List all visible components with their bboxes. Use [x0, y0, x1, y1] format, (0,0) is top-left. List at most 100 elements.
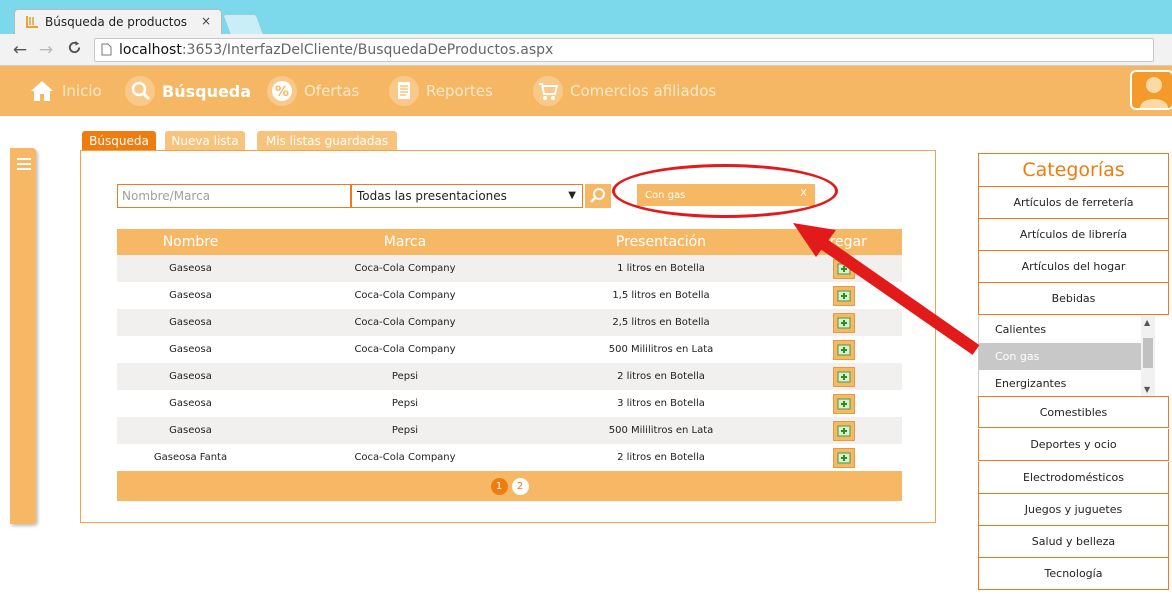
- browser-tab-close-icon[interactable]: ×: [201, 14, 211, 28]
- page-2-button[interactable]: 2: [511, 477, 529, 495]
- category-item[interactable]: Bebidas: [978, 283, 1169, 315]
- cell-nombre: Gaseosa: [169, 371, 212, 382]
- add-to-list-icon: [837, 344, 850, 355]
- side-menu-toggle[interactable]: [10, 148, 36, 524]
- category-item[interactable]: Artículos de ferretería: [978, 187, 1169, 219]
- cell-nombre: Gaseosa: [169, 398, 212, 409]
- page-icon: [101, 43, 112, 56]
- cell-marca: Pepsi: [391, 398, 419, 409]
- browser-tab[interactable]: Búsqueda de productos ×: [14, 9, 222, 34]
- nav-reportes[interactable]: Reportes: [388, 66, 493, 116]
- add-to-list-button[interactable]: [832, 258, 855, 279]
- add-to-list-icon: [837, 398, 850, 409]
- user-avatar-icon: [1140, 77, 1168, 108]
- site-favicon-icon: [26, 16, 38, 28]
- table-row: Gaseosa Fanta Coca-Cola Company 2 litros e…: [117, 444, 902, 471]
- categories-title: Categorías: [978, 153, 1169, 187]
- add-to-list-button[interactable]: [832, 285, 855, 306]
- subcategory-item[interactable]: Con gas: [979, 343, 1142, 370]
- subcategory-item[interactable]: Energizantes: [979, 370, 1142, 396]
- header-nombre: Nombre: [162, 234, 219, 250]
- cell-presentacion: 1,5 litros en Botella: [612, 290, 710, 301]
- subcategory-scrollbar[interactable]: ▲ ▼: [1141, 316, 1155, 396]
- nav-comercios-afiliados[interactable]: Comercios afiliados: [532, 66, 716, 116]
- scroll-up-icon[interactable]: ▲: [1144, 318, 1150, 327]
- table-row: Gaseosa Pepsi 500 Mililitros en Lata: [117, 417, 902, 444]
- magnifier-icon: [590, 188, 605, 203]
- add-to-list-icon: [837, 317, 850, 328]
- cell-marca: Coca-Cola Company: [354, 290, 456, 301]
- search-icon: [124, 75, 156, 107]
- table-row: Gaseosa Coca-Cola Company 1 litros en Bote…: [117, 255, 902, 282]
- cell-presentacion: 500 Mililitros en Lata: [608, 425, 714, 436]
- table-row: Gaseosa Coca-Cola Company 1,5 litros en Bo…: [117, 282, 902, 309]
- user-avatar-button[interactable]: [1130, 70, 1172, 110]
- tab-mis-listas-guardadas[interactable]: Mis listas guardadas: [257, 131, 397, 151]
- cell-agregar: [776, 285, 902, 306]
- percent-icon: %: [266, 75, 298, 107]
- screen: Búsqueda de productos × ← → localhost:36…: [0, 0, 1172, 594]
- category-item[interactable]: Comestibles: [978, 396, 1169, 428]
- cell-presentacion: 500 Mililitros en Lata: [608, 344, 714, 355]
- cell-nombre: Gaseosa: [169, 344, 212, 355]
- add-to-list-button[interactable]: [832, 312, 855, 333]
- add-to-list-icon: [837, 290, 850, 301]
- add-to-list-button[interactable]: [832, 366, 855, 387]
- back-arrow-icon[interactable]: ←: [12, 40, 28, 60]
- document-icon: [388, 75, 420, 107]
- add-to-list-button[interactable]: [832, 339, 855, 360]
- address-bar[interactable]: localhost:3653/InterfazDelCliente/Busque…: [94, 37, 1154, 62]
- results-table: Nombre Marca Presentación Agregar Gaseos…: [117, 229, 902, 501]
- add-to-list-icon: [837, 425, 850, 436]
- nav-ofertas[interactable]: % Ofertas: [266, 66, 359, 116]
- name-brand-search-input[interactable]: [117, 184, 351, 208]
- category-item[interactable]: Salud y belleza: [978, 526, 1169, 558]
- nav-inicio[interactable]: Inicio: [28, 66, 102, 116]
- category-item[interactable]: Juegos y juguetes: [978, 494, 1169, 526]
- forward-arrow-icon[interactable]: →: [38, 40, 54, 60]
- home-icon: [28, 79, 56, 103]
- add-to-list-icon: [837, 371, 850, 382]
- nav-busqueda[interactable]: Búsqueda: [124, 66, 251, 116]
- tab-nueva-lista[interactable]: Nueva lista: [165, 131, 245, 151]
- cell-agregar: [776, 258, 902, 279]
- cell-marca: Coca-Cola Company: [354, 452, 456, 463]
- cell-presentacion: 2 litros en Botella: [617, 371, 705, 382]
- scroll-down-icon[interactable]: ▼: [1144, 385, 1150, 394]
- reload-icon[interactable]: [66, 40, 82, 60]
- subcategory-item[interactable]: Calientes: [979, 316, 1142, 343]
- add-to-list-button[interactable]: [832, 393, 855, 414]
- url-text: localhost:3653/InterfazDelCliente/Busque…: [119, 41, 554, 58]
- cell-agregar: [776, 447, 902, 468]
- category-item[interactable]: Deportes y ocio: [978, 429, 1169, 461]
- cell-nombre: Gaseosa: [169, 425, 212, 436]
- cell-agregar: [776, 393, 902, 414]
- category-item[interactable]: Artículos del hogar: [978, 251, 1169, 283]
- category-item[interactable]: Tecnología: [978, 558, 1169, 590]
- table-row: Gaseosa Coca-Cola Company 500 Mililitros e…: [117, 336, 902, 363]
- presentation-select[interactable]: Todas las presentaciones ▼: [351, 184, 583, 208]
- add-to-list-button[interactable]: [832, 447, 855, 468]
- category-item[interactable]: Electrodomésticos: [978, 462, 1169, 494]
- scrollbar-thumb[interactable]: [1143, 338, 1153, 368]
- tab-busqueda[interactable]: Búsqueda: [82, 131, 156, 151]
- category-item[interactable]: Artículos de librería: [978, 219, 1169, 251]
- new-tab-button[interactable]: [222, 14, 264, 34]
- cell-presentacion: 1 litros en Botella: [617, 263, 705, 274]
- browser-toolbar: ← → localhost:3653/InterfazDelCliente/Bu…: [0, 34, 1172, 66]
- page-1-button[interactable]: 1: [490, 477, 508, 495]
- search-button[interactable]: [585, 184, 611, 208]
- svg-text:%: %: [275, 84, 289, 100]
- dropdown-caret-icon: ▼: [568, 190, 576, 201]
- cell-nombre: Gaseosa: [169, 290, 212, 301]
- table-row: Gaseosa Pepsi 2 litros en Botella: [117, 363, 902, 390]
- cell-nombre: Gaseosa: [169, 263, 212, 274]
- add-to-list-button[interactable]: [832, 420, 855, 441]
- cell-agregar: [776, 312, 902, 333]
- presentation-select-value: Todas las presentaciones: [357, 189, 507, 203]
- cell-agregar: [776, 339, 902, 360]
- cell-presentacion: 3 litros en Botella: [617, 398, 705, 409]
- cell-marca: Coca-Cola Company: [354, 263, 456, 274]
- cell-agregar: [776, 420, 902, 441]
- add-to-list-icon: [837, 263, 850, 274]
